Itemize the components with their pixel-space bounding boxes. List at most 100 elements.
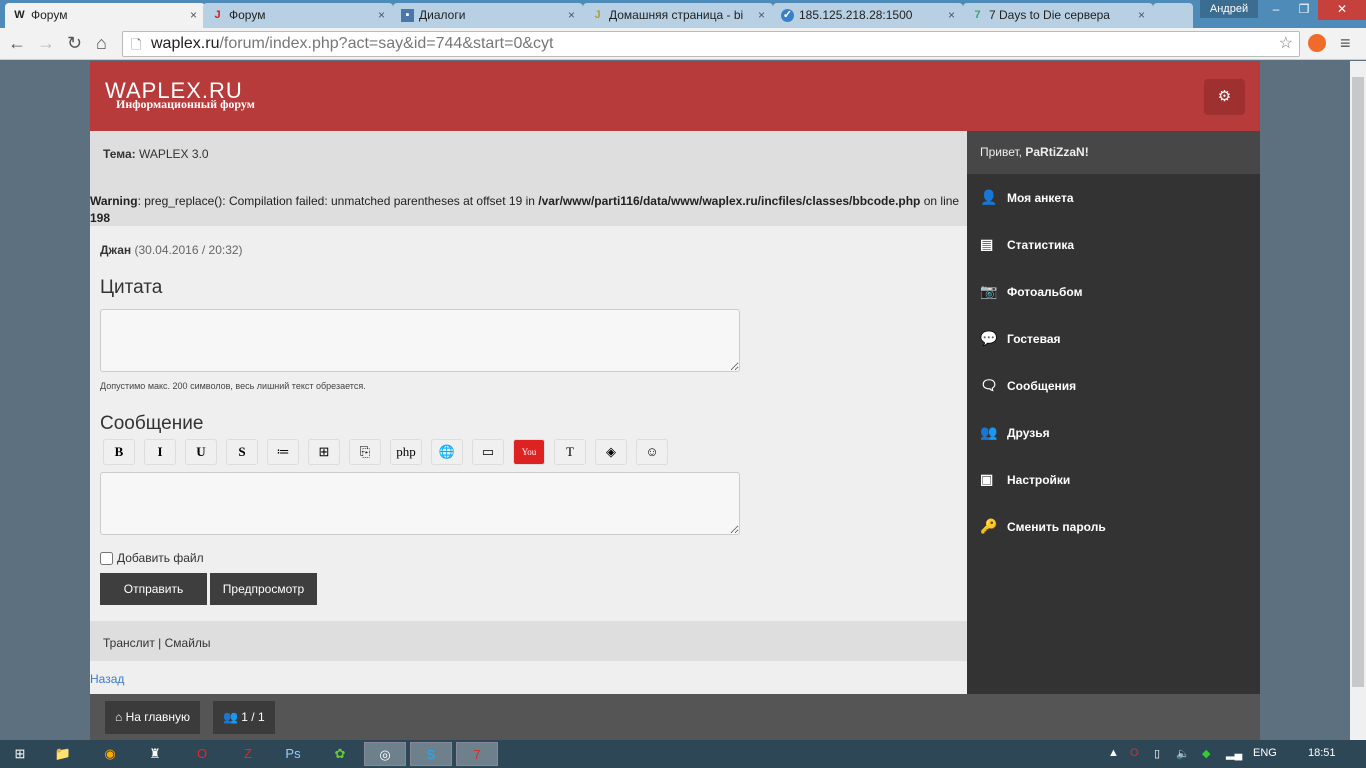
bold-icon[interactable]: B [103, 439, 135, 465]
browser-tab[interactable]: 77 Days to Die сервера × [963, 3, 1153, 28]
scrollbar-thumb[interactable] [1352, 77, 1364, 687]
topic-box: Тема: WAPLEX 3.0 Warning: preg_replace()… [90, 131, 967, 226]
stats-icon: ▤ [980, 236, 994, 252]
filezilla-icon[interactable]: Z [233, 742, 263, 766]
quote-textarea[interactable] [100, 309, 740, 372]
menu-icon[interactable]: ≡ [1340, 33, 1351, 54]
sidebar-item-camera[interactable]: 📷 Фотоальбом [967, 268, 1260, 315]
submit-button[interactable]: Отправить [100, 573, 207, 605]
sidebar-item-label: Статистика [1007, 237, 1075, 252]
volume-icon[interactable]: 🔈 [1176, 747, 1190, 760]
php-icon[interactable]: php [390, 439, 422, 465]
skype-icon[interactable]: S [410, 742, 452, 766]
sidebar-item-user[interactable]: 👤 Моя анкета [967, 174, 1260, 221]
opera-icon[interactable]: O [187, 742, 217, 766]
back-link[interactable]: Назад [90, 672, 124, 686]
username: PaRtiZzaN! [1025, 145, 1089, 159]
browser-tab[interactable]: ✓ 185.125.218.28:1500 × [773, 3, 963, 28]
smiles-link[interactable]: Смайлы [165, 636, 211, 650]
message-textarea[interactable] [100, 472, 740, 535]
sidebar-item-label: Фотоальбом [1007, 284, 1083, 299]
text-color-icon[interactable]: T [554, 439, 586, 465]
settings-icon: ▣ [980, 471, 994, 487]
close-icon[interactable]: × [568, 8, 575, 22]
language-indicator[interactable]: ENG [1253, 747, 1277, 759]
address-bar[interactable]: 🗋 waplex.ru/forum/index.php?act=say&id=74… [122, 31, 1300, 57]
add-file-checkbox[interactable] [100, 551, 113, 565]
browser-tab[interactable]: J Форум × [203, 3, 393, 28]
extension-icon[interactable] [1308, 34, 1326, 52]
minimize-button[interactable]: – [1262, 0, 1290, 20]
gears-button[interactable]: ⚙ [1204, 79, 1245, 115]
browser-tab[interactable]: J Домашняя страница - bi × [583, 3, 773, 28]
spoiler-icon[interactable]: ⊞ [308, 439, 340, 465]
close-icon[interactable]: × [1138, 8, 1145, 22]
home-icon[interactable]: ⌂ [96, 33, 107, 54]
browser-tab[interactable]: ▪ Диалоги × [393, 3, 583, 28]
back-icon[interactable]: ← [8, 33, 26, 54]
preview-button[interactable]: Предпросмотр [210, 573, 317, 605]
copy-icon[interactable]: ⎘ [349, 439, 381, 465]
sidebar-item-key[interactable]: 🔑 Сменить пароль [967, 503, 1260, 550]
clock[interactable]: 18:51 [1308, 747, 1336, 759]
forward-icon[interactable]: → [37, 33, 55, 54]
new-tab-button[interactable] [1153, 3, 1193, 28]
sidebar-item-label: Сообщения [1007, 378, 1077, 393]
explorer-icon[interactable]: 📁 [48, 742, 78, 766]
underline-icon[interactable]: U [185, 439, 217, 465]
tray-expand-icon[interactable]: ▲ [1108, 747, 1119, 759]
7days-icon: 7 [974, 9, 981, 21]
site-header: WAPLEX.RU Информационный форум ⚙ [90, 61, 1260, 131]
sidebar-item-label: Сменить пароль [1007, 519, 1106, 534]
profile-name[interactable]: Андрей [1200, 0, 1258, 18]
close-icon[interactable]: × [378, 8, 385, 22]
link-icon[interactable]: 🌐 [431, 439, 463, 465]
close-icon[interactable]: × [948, 8, 955, 22]
strike-icon[interactable]: S [226, 439, 258, 465]
tanks-icon[interactable]: ♜ [140, 742, 170, 766]
youtube-icon[interactable]: You [513, 439, 545, 465]
sidebar-item-label: Настройки [1007, 472, 1071, 487]
bg-color-icon[interactable]: ◈ [595, 439, 627, 465]
sidebar-item-settings[interactable]: ▣ Настройки [967, 456, 1260, 503]
sidebar-item-friends[interactable]: 👥 Друзья [967, 409, 1260, 456]
reload-icon[interactable]: ↻ [67, 33, 82, 54]
start-icon[interactable]: ⊞ [5, 742, 35, 766]
smiley-icon[interactable]: ☺ [636, 439, 668, 465]
add-file-option[interactable]: Добавить файл [100, 551, 204, 565]
chrome-icon[interactable]: ◎ [364, 742, 406, 766]
signal-icon[interactable]: ▂▄ [1226, 747, 1242, 760]
photoshop-icon[interactable]: Ps [278, 742, 308, 766]
sidebar-item-guestbook[interactable]: 💬 Гостевая [967, 315, 1260, 362]
topic-title: WAPLEX 3.0 [138, 147, 209, 161]
sidebar-item-stats[interactable]: ▤ Статистика [967, 221, 1260, 268]
close-icon[interactable]: × [190, 8, 197, 22]
7days-icon[interactable]: 7 [456, 742, 498, 766]
italic-icon[interactable]: I [144, 439, 176, 465]
aimp-icon[interactable]: ◉ [95, 742, 125, 766]
icq-icon[interactable]: ✿ [325, 742, 355, 766]
friends-icon: 👥 [980, 424, 998, 440]
users-icon: 👥 [223, 710, 238, 724]
greeting: Привет, PaRtiZzaN! [967, 131, 1260, 174]
author-name[interactable]: Джан [100, 243, 131, 257]
opera-tray-icon[interactable]: O [1130, 747, 1139, 759]
battery-icon[interactable]: ▯ [1154, 747, 1160, 760]
sidebar-item-messages[interactable]: 🗨 Сообщения [967, 362, 1260, 409]
home-button[interactable]: ⌂ На главную [105, 701, 201, 734]
translit-link[interactable]: Транслит [103, 636, 155, 650]
jcms-icon: J [214, 9, 221, 21]
maximize-button[interactable]: ❐ [1290, 0, 1318, 20]
waplex-icon: W [14, 9, 25, 21]
close-icon[interactable]: × [758, 8, 765, 22]
online-counter[interactable]: 👥 1 / 1 [213, 701, 275, 734]
scrollbar[interactable] [1350, 61, 1366, 740]
close-window-button[interactable]: ✕ [1318, 0, 1366, 20]
star-icon[interactable]: ☆ [1279, 33, 1293, 53]
browser-tab[interactable]: W Форум × [5, 3, 205, 28]
list-icon[interactable]: ≔ [267, 439, 299, 465]
jbs-icon: J [594, 9, 601, 21]
logo-subtitle: Информационный форум [116, 97, 255, 111]
image-icon[interactable]: ▭ [472, 439, 504, 465]
network-app-icon[interactable]: ◆ [1202, 747, 1210, 760]
